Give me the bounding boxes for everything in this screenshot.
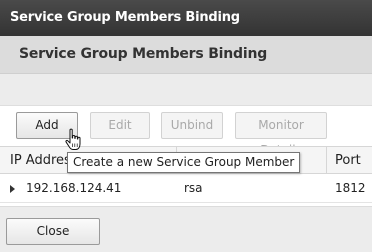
- dialog-titlebar: Service Group Members Binding: [0, 0, 372, 36]
- cell-server: rsa: [184, 181, 203, 195]
- close-button[interactable]: Close: [6, 218, 100, 245]
- edit-button[interactable]: Edit: [90, 112, 150, 139]
- page-header: Service Group Members Binding: [0, 36, 372, 74]
- page-title: Service Group Members Binding: [19, 46, 268, 62]
- table-row[interactable]: 192.168.124.41 rsa 1812: [0, 175, 372, 203]
- column-divider: [326, 147, 327, 174]
- toolbar: Add Edit Unbind Monitor Details: [0, 112, 372, 157]
- cell-ip-address: 192.168.124.41: [26, 181, 122, 195]
- dialog-title: Service Group Members Binding: [10, 10, 240, 25]
- add-button-tooltip: Create a new Service Group Member: [67, 152, 301, 173]
- dialog-footer: Close: [0, 206, 372, 252]
- header-band: [0, 74, 372, 106]
- expand-arrow-icon[interactable]: [10, 185, 15, 193]
- hand-pointer-icon: [65, 128, 81, 150]
- column-header-port[interactable]: Port: [335, 153, 361, 168]
- cell-port: 1812: [335, 181, 366, 195]
- monitor-details-button[interactable]: Monitor Details: [235, 112, 327, 157]
- unbind-button[interactable]: Unbind: [161, 112, 223, 139]
